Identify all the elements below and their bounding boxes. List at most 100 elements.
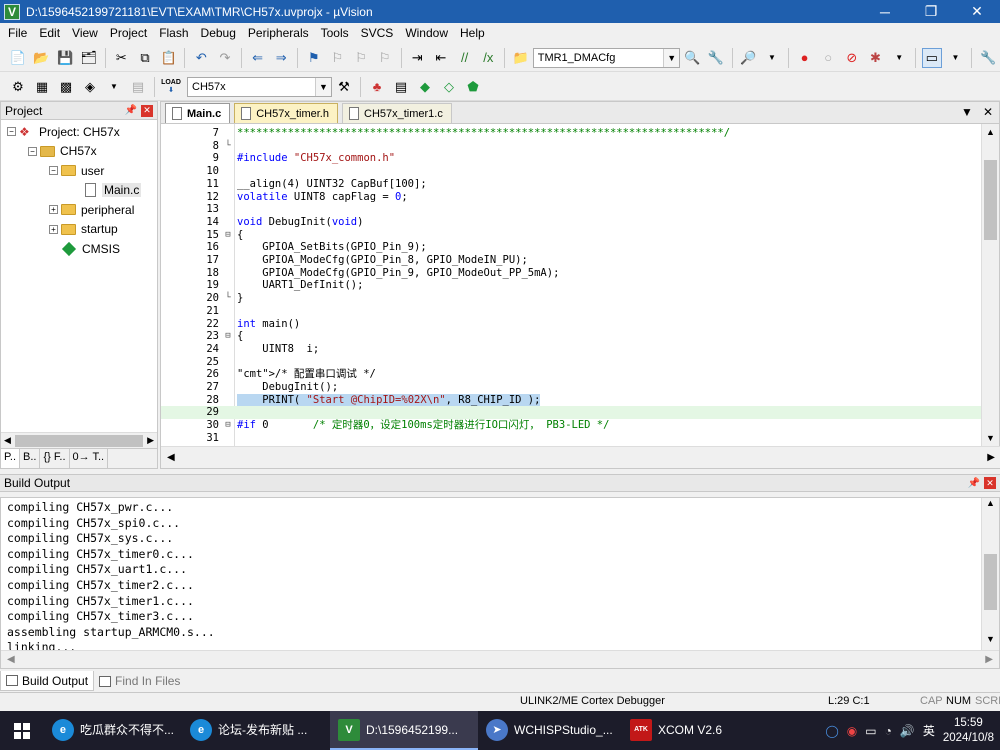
redo-icon[interactable]: ↷ <box>215 48 235 68</box>
save-all-icon[interactable]: 🗂 <box>79 48 99 68</box>
scroll-up-icon[interactable]: ▲ <box>982 124 999 140</box>
prev-bookmark-icon[interactable]: ⚐ <box>328 48 348 68</box>
tree-item-user[interactable]: − user <box>1 161 157 181</box>
editor-hscrollbar[interactable]: ◀ ▶ <box>161 446 1000 468</box>
tab-books[interactable]: B.. <box>20 449 41 468</box>
configure-icon[interactable]: ✱ <box>866 48 886 68</box>
taskbar-item-uvision[interactable]: V D:\1596452199... <box>330 711 478 750</box>
find-icon[interactable]: 🔍 <box>682 48 702 68</box>
tree-item-main-c[interactable]: Main.c <box>1 181 157 201</box>
collapse-icon[interactable]: − <box>28 146 37 156</box>
taskbar-item-xcom[interactable]: ATK XCOM V2.6 <box>622 711 732 750</box>
debug-session-icon[interactable]: 🔎 <box>739 48 759 68</box>
menu-tools[interactable]: Tools <box>315 23 355 43</box>
ime-indicator[interactable]: 英 <box>923 722 935 739</box>
code-line[interactable]: 27 DebugInit(); <box>161 381 981 394</box>
network-adapter-icon[interactable]: ▭ <box>865 724 876 738</box>
scroll-down-icon[interactable]: ▼ <box>982 430 999 446</box>
tab-find-in-files[interactable]: Find In Files <box>94 671 185 691</box>
code-line[interactable]: 11 __align(4) UINT32 CapBuf[100]; <box>161 178 981 191</box>
code-line[interactable]: 23 ⊟ { <box>161 330 981 343</box>
code-line[interactable]: 28 PRINT( "Start @ChipID=%02X\n", R8_CHI… <box>161 393 981 407</box>
menu-edit[interactable]: Edit <box>33 23 66 43</box>
code-line[interactable]: 25 <box>161 356 981 369</box>
collapse-icon[interactable]: − <box>7 127 16 137</box>
clear-bookmarks-icon[interactable]: ⚐ <box>375 48 395 68</box>
fold-marker[interactable]: └ <box>223 140 233 153</box>
volume-icon[interactable]: 🔊 <box>900 724 915 738</box>
run-time-environment-icon[interactable]: ⬟ <box>463 77 483 97</box>
code-area[interactable]: 7 ***************************************… <box>161 124 981 446</box>
select-software-packs-icon[interactable]: ◇ <box>439 77 459 97</box>
menu-help[interactable]: Help <box>454 23 491 43</box>
code-line[interactable]: 14 void DebugInit(void) <box>161 216 981 229</box>
tab-ch57x-timer1-c[interactable]: CH57x_timer1.c <box>342 103 452 123</box>
expand-icon[interactable]: + <box>49 224 58 234</box>
code-line[interactable]: 15 ⊟ { <box>161 229 981 242</box>
tab-templates[interactable]: 0→ T.. <box>70 449 109 468</box>
close-icon[interactable]: ✕ <box>984 477 996 489</box>
taskbar-item-edge-2[interactable]: e 论坛-发布新贴 ... <box>182 711 330 750</box>
close-icon[interactable]: ✕ <box>141 104 153 117</box>
target-combo[interactable]: CH57x ▼ <box>187 76 332 97</box>
scroll-right-icon[interactable]: ▶ <box>147 435 154 446</box>
build-hscrollbar[interactable]: ◀ ▶ <box>1 650 999 668</box>
build-icon[interactable]: ▦ <box>32 77 52 97</box>
menu-flash[interactable]: Flash <box>153 23 194 43</box>
clock[interactable]: 15:59 2024/10/8 <box>943 716 994 746</box>
copy-icon[interactable]: ⧉ <box>135 48 155 68</box>
circle-app-icon[interactable]: ◯ <box>825 724 838 738</box>
menu-project[interactable]: Project <box>104 23 153 43</box>
code-line[interactable]: 24 UINT8 i; <box>161 343 981 356</box>
pin-icon[interactable]: 📌 <box>125 105 137 116</box>
save-icon[interactable]: 💾 <box>55 48 75 68</box>
next-bookmark-icon[interactable]: ⚐ <box>351 48 371 68</box>
tree-item-target[interactable]: − CH57x <box>1 142 157 162</box>
tab-ch57x-timer-h[interactable]: CH57x_timer.h <box>234 103 338 123</box>
uncomment-icon[interactable]: /x <box>478 48 498 68</box>
taskbar-item-edge-1[interactable]: e 吃瓜群众不得不... <box>44 711 182 750</box>
bookmark-icon[interactable]: ⚑ <box>304 48 324 68</box>
wrench-icon[interactable]: 🔧 <box>978 48 998 68</box>
menu-window[interactable]: Window <box>399 23 454 43</box>
build-vscrollbar[interactable]: ▲ ▼ <box>981 498 999 650</box>
cut-icon[interactable]: ✂ <box>112 48 132 68</box>
code-line[interactable]: 18 GPIOA_ModeCfg(GPIO_Pin_9, GPIO_ModeOu… <box>161 267 981 280</box>
code-line[interactable]: 31 <box>161 432 981 445</box>
fold-marker[interactable]: ⊟ <box>223 419 233 432</box>
nav-forward-icon[interactable]: ⇒ <box>271 48 291 68</box>
disable-breakpoint-icon[interactable]: ○ <box>818 48 838 68</box>
minimize-button[interactable]: ─ <box>862 0 908 23</box>
code-line[interactable]: 17 GPIOA_ModeCfg(GPIO_Pin_8, GPIO_ModeIN… <box>161 254 981 267</box>
tree-item-peripheral[interactable]: + peripheral <box>1 200 157 220</box>
code-line[interactable]: 8 └ <box>161 140 981 153</box>
tab-list-icon[interactable]: ▼ <box>961 105 973 119</box>
scroll-right-icon[interactable]: ▶ <box>985 654 993 665</box>
scroll-left-icon[interactable]: ◀ <box>167 452 175 463</box>
download-load-icon[interactable]: LOAD ⬇ <box>161 77 181 97</box>
code-line[interactable]: 16 GPIOA_SetBits(GPIO_Pin_9); <box>161 241 981 254</box>
find-in-files-icon[interactable]: 📁 <box>511 48 531 68</box>
menu-file[interactable]: File <box>2 23 33 43</box>
wifi-icon[interactable]: ◔ <box>885 724 892 738</box>
incremental-find-icon[interactable]: 🔧 <box>706 48 726 68</box>
fold-marker[interactable]: └ <box>223 292 233 305</box>
tab-main-c[interactable]: Main.c <box>165 103 231 123</box>
close-button[interactable]: ✕ <box>954 0 1000 23</box>
start-button[interactable] <box>0 711 44 750</box>
indent-icon[interactable]: ⇥ <box>408 48 428 68</box>
taskbar-item-wchisp[interactable]: ➤ WCHISPStudio_... <box>478 711 622 750</box>
scroll-thumb[interactable] <box>984 554 997 610</box>
scroll-left-icon[interactable]: ◀ <box>4 435 11 446</box>
maximize-button[interactable]: ❐ <box>908 0 954 23</box>
chevron-down-icon[interactable]: ▼ <box>104 77 124 97</box>
pack-installer-icon[interactable]: ◆ <box>415 77 435 97</box>
translate-icon[interactable]: ⚙ <box>8 77 28 97</box>
tree-item-cmsis[interactable]: CMSIS <box>1 239 157 259</box>
target-options-icon[interactable]: ⚒ <box>334 77 354 97</box>
security-icon[interactable]: ◉ <box>847 724 857 738</box>
scroll-right-icon[interactable]: ▶ <box>987 452 995 463</box>
collapse-icon[interactable]: − <box>49 166 58 176</box>
tab-build-output[interactable]: Build Output <box>0 671 95 691</box>
code-line[interactable]: 21 <box>161 305 981 318</box>
